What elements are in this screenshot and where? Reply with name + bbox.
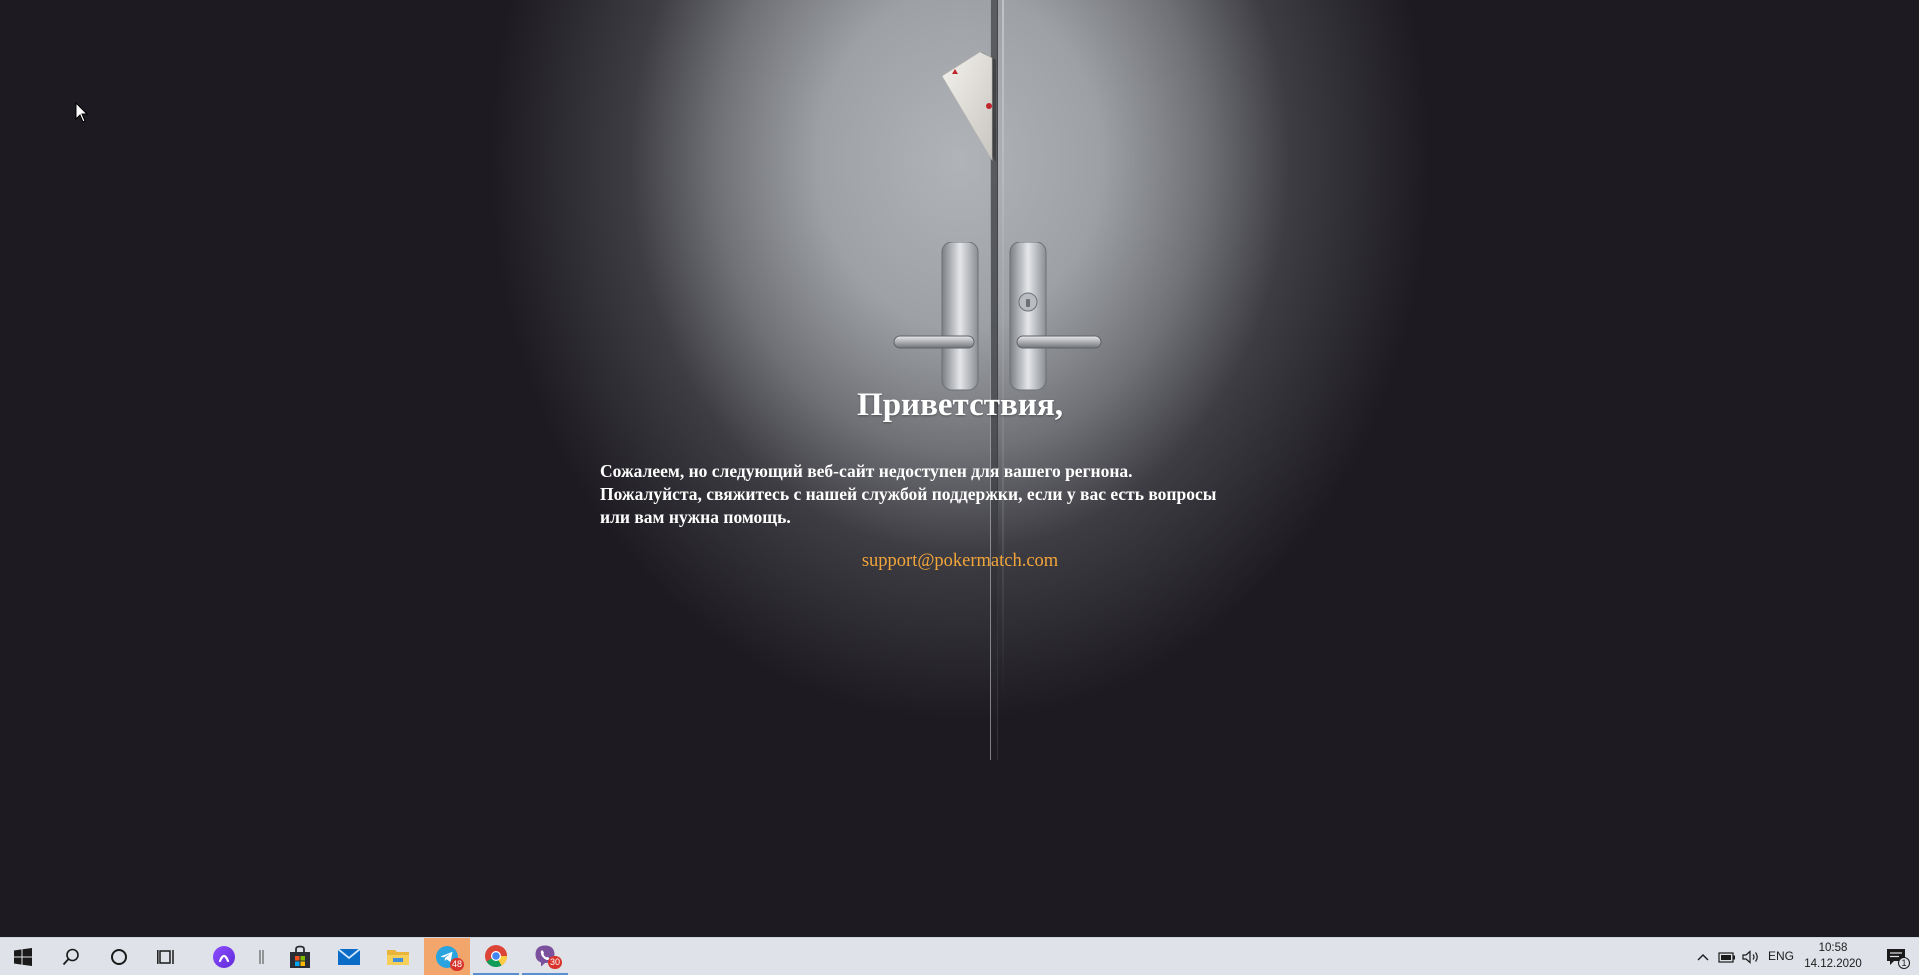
tray-battery-button[interactable] <box>1716 938 1738 975</box>
mouse-cursor-icon <box>75 102 89 123</box>
taskbar-app-file-explorer[interactable] <box>375 938 421 975</box>
notification-count: 1 <box>1898 957 1910 969</box>
divider-icon <box>259 949 264 964</box>
taskbar-divider <box>252 938 272 975</box>
taskbar-app-store[interactable] <box>277 938 323 975</box>
support-email-link[interactable]: support@pokermatch.com <box>760 548 1160 574</box>
viber-unread-badge: 30 <box>547 956 562 969</box>
windows-logo-icon <box>14 947 32 966</box>
task-view-button[interactable] <box>144 938 190 975</box>
battery-plug-icon <box>1718 951 1735 963</box>
chrome-icon <box>485 944 507 967</box>
mail-icon <box>337 947 361 965</box>
clock-time: 10:58 <box>1818 942 1848 954</box>
task-view-icon <box>157 949 174 964</box>
browser-page-background: Приветствия, Сожалеем, но следующий веб-… <box>0 0 1919 937</box>
door-handle-right-icon <box>1009 242 1102 391</box>
message-line: Пожалуйста, свяжитесь с нашей службой по… <box>600 484 1217 504</box>
page-title: Приветствия, <box>857 387 1063 423</box>
windows-taskbar: 48 30 ENG 10:58 14.12.2020 1 <box>0 937 1919 975</box>
taskbar-app-telegram[interactable]: 48 <box>424 938 470 975</box>
tray-volume-button[interactable] <box>1740 938 1762 975</box>
search-button[interactable] <box>48 938 94 975</box>
taskbar-app-viber[interactable]: 30 <box>522 938 568 975</box>
store-bag-icon <box>290 945 310 968</box>
cortana-ring-icon <box>111 948 127 965</box>
folder-icon <box>387 949 409 965</box>
speaker-icon <box>1742 949 1758 964</box>
show-hidden-icons-button[interactable] <box>1694 938 1712 975</box>
alice-icon <box>213 945 235 968</box>
input-language-indicator[interactable]: ENG <box>1768 938 1794 975</box>
tray-clock[interactable]: 10:58 14.12.2020 <box>1800 940 1866 972</box>
taskbar-app-alice[interactable] <box>201 938 247 975</box>
region-unavailable-message: Сожалеем, но следующий веб-сайт недоступ… <box>600 460 1320 529</box>
action-center-button[interactable]: 1 <box>1876 938 1916 975</box>
search-icon <box>62 948 79 965</box>
cortana-button[interactable] <box>96 938 142 975</box>
message-line: Сожалеем, но следующий веб-сайт недоступ… <box>600 461 1133 481</box>
telegram-unread-badge: 48 <box>449 958 464 971</box>
message-line: или вам нужна помощь. <box>600 507 791 527</box>
chevron-up-icon <box>1697 953 1709 960</box>
door-gap-highlight <box>1002 0 1004 700</box>
desktop-screen: Приветствия, Сожалеем, но следующий веб-… <box>0 0 1919 975</box>
door-handle-left-icon <box>893 242 979 391</box>
taskbar-app-chrome[interactable] <box>473 938 519 975</box>
playing-card-icon <box>942 52 996 162</box>
clock-date: 14.12.2020 <box>1804 958 1862 970</box>
taskbar-app-mail[interactable] <box>326 938 372 975</box>
start-button[interactable] <box>0 938 46 975</box>
